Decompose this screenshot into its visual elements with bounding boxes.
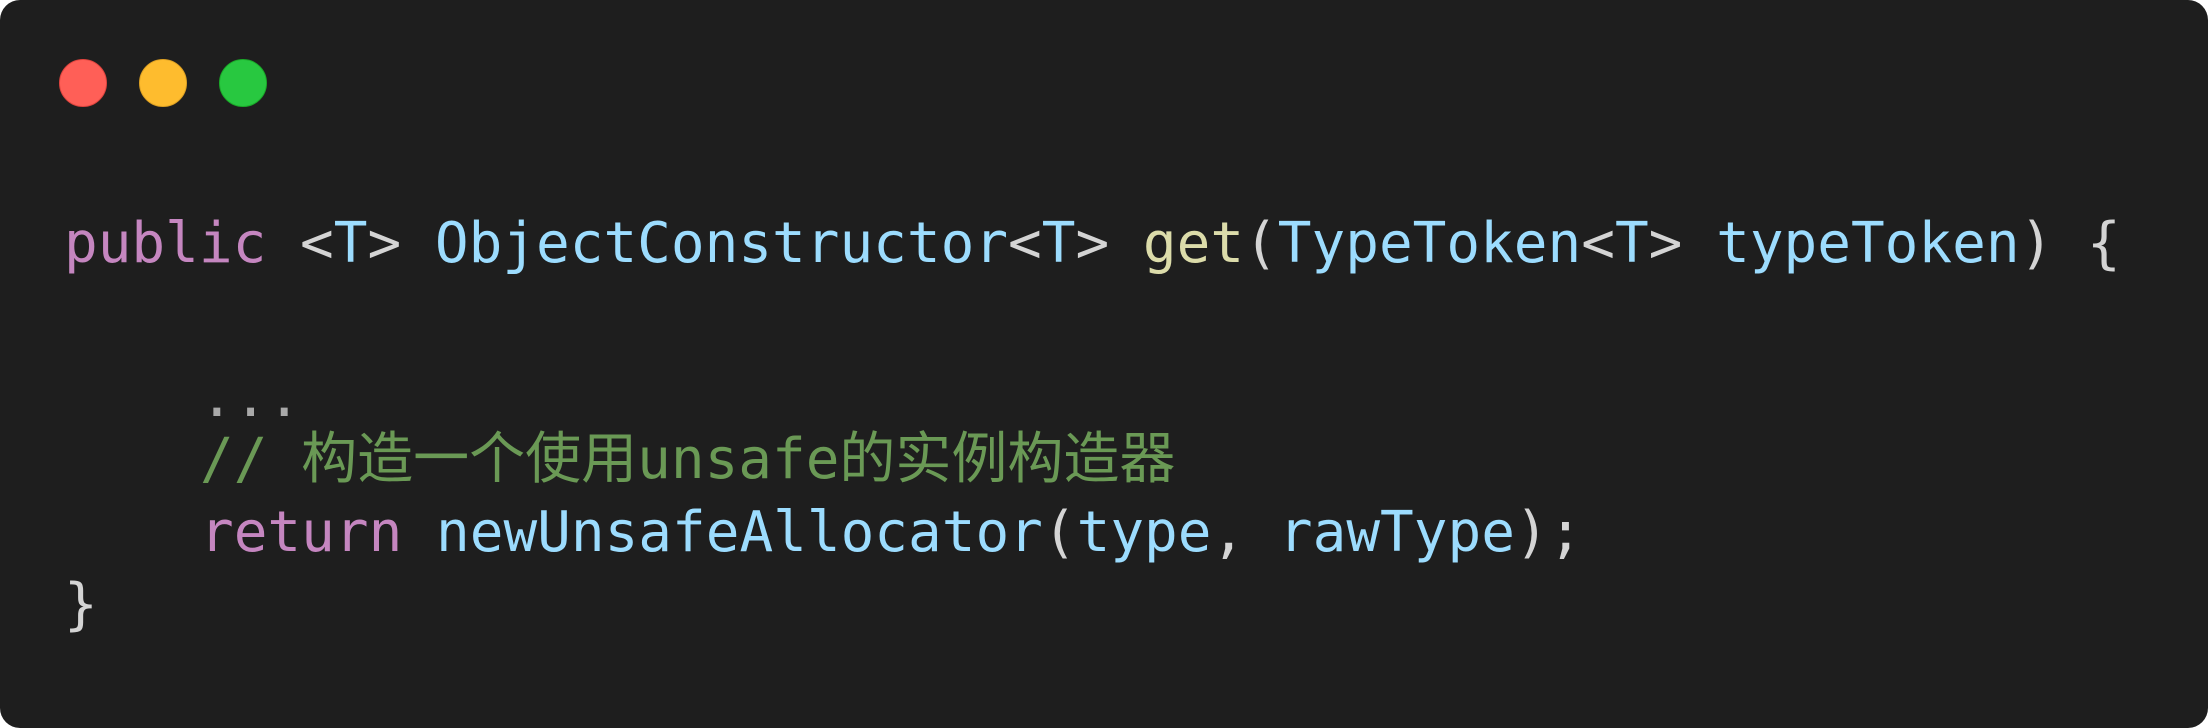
code-window: public <T> ObjectConstructor<T> get(Type… [0, 0, 2208, 728]
argument-rawtype: rawType [1278, 500, 1515, 565]
paren-close: ) [2019, 211, 2054, 276]
minimize-button[interactable] [139, 59, 187, 107]
comma: , [1211, 500, 1246, 565]
keyword-public: public [64, 211, 267, 276]
return-type: ObjectConstructor [434, 211, 1009, 276]
code-line-comment: // 构造一个使用unsafe的实例构造器 [200, 427, 1176, 492]
param-name: typeToken [1716, 211, 2020, 276]
type-param: T [1614, 211, 1649, 276]
angle-close: > [1075, 211, 1110, 276]
paren-close: ) [1514, 500, 1549, 565]
type-param: T [1041, 211, 1076, 276]
zoom-button[interactable] [219, 59, 267, 107]
paren-open: ( [1244, 211, 1278, 276]
code-line-method-signature: public <T> ObjectConstructor<T> get(Type… [64, 216, 2121, 272]
code-line-close-brace: } [64, 572, 98, 637]
angle-close: > [367, 211, 402, 276]
type-param: T [333, 211, 368, 276]
param-type: TypeToken [1277, 211, 1582, 276]
keyword-return: return [200, 500, 403, 565]
code-line-return: return newUnsafeAllocator(type, rawType)… [200, 505, 1582, 561]
angle-open: < [1581, 211, 1615, 276]
call-name: newUnsafeAllocator [436, 500, 1043, 565]
code-block: public <T> ObjectConstructor<T> get(Type… [0, 0, 2121, 715]
brace-open: { [2086, 211, 2121, 276]
semicolon: ; [1548, 500, 1583, 565]
paren-open: ( [1042, 500, 1077, 565]
angle-close: > [1648, 211, 1683, 276]
method-name: get [1142, 211, 1245, 276]
code-line-ellipsis: ... [200, 365, 302, 430]
angle-open: < [300, 211, 334, 276]
angle-open: < [1008, 211, 1042, 276]
argument-type: type [1076, 500, 1212, 565]
